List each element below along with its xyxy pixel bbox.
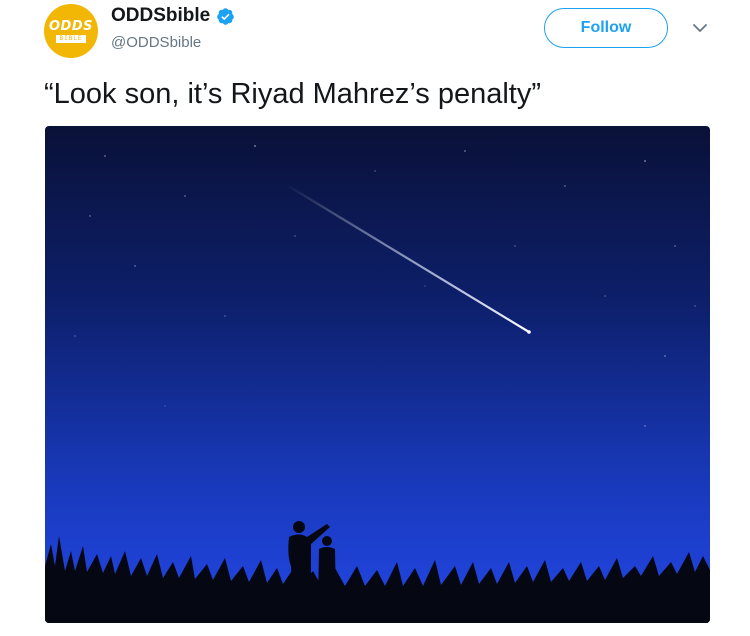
verified-badge-icon	[217, 7, 235, 25]
avatar-logo-text: ODDS	[49, 18, 93, 34]
chevron-down-icon[interactable]	[692, 23, 708, 33]
display-name[interactable]: ODDSbible	[111, 5, 210, 27]
display-name-row[interactable]: ODDSbible	[111, 5, 235, 27]
shooting-star-night-sky-image	[45, 126, 710, 623]
avatar-logo-subtext: BIBLE	[56, 34, 86, 43]
follow-button[interactable]: Follow	[544, 8, 668, 48]
avatar[interactable]: ODDS BIBLE	[44, 4, 98, 58]
tweet-text: “Look son, it’s Riyad Mahrez’s penalty”	[44, 78, 541, 110]
tweet-media-image[interactable]	[45, 126, 710, 623]
tweet-card: ODDS BIBLE ODDSbible @ODDSbible Follow “…	[0, 0, 750, 636]
account-handle[interactable]: @ODDSbible	[111, 34, 201, 51]
